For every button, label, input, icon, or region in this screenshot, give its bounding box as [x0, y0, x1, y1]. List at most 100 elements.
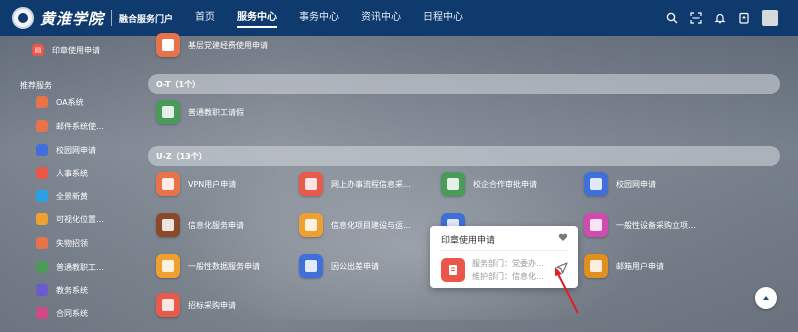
sidebar-item-lost-found[interactable]: 失物招领 — [36, 237, 88, 249]
app-label: 网上办事流程信息采... — [331, 179, 411, 189]
mailbox-request-icon — [584, 254, 608, 278]
app-label: 普通教职工请假 — [188, 107, 244, 117]
popup-title: 印章使用申请 — [441, 236, 496, 246]
data-service-request-icon — [156, 254, 180, 278]
nav-news-center[interactable]: 资讯中心 — [361, 8, 401, 28]
nav-home[interactable]: 首页 — [195, 8, 215, 28]
app-business-trip[interactable]: 因公出差申请 — [299, 254, 379, 278]
sidebar-item-panorama[interactable]: 全景新黄 — [36, 190, 88, 202]
vpn-request-icon — [156, 172, 180, 196]
app-mailbox-request[interactable]: 邮箱用户申请 — [584, 254, 664, 278]
lost-found-icon — [36, 237, 48, 249]
oa-system-icon — [36, 96, 48, 108]
it-service-request-icon — [156, 213, 180, 237]
app-label: 基层党建经费使用申请 — [188, 40, 268, 50]
top-navbar: 黄淮学院 融合服务门户 首页 服务中心 事务中心 资讯中心 日程中心 — [0, 0, 798, 36]
sidebar-item-label: 失物招领 — [56, 238, 88, 248]
contract-system-icon — [36, 307, 48, 319]
app-label: 一般性设备采购立项... — [616, 220, 696, 230]
app-school-enterprise-approval[interactable]: 校企合作审批申请 — [441, 172, 537, 196]
app-staff-leave[interactable]: 普通教职工请假 — [156, 100, 244, 124]
user-avatar[interactable] — [762, 10, 778, 26]
app-label: 一般性数据服务申请 — [188, 261, 260, 271]
panorama-icon — [36, 190, 48, 202]
workflow-info-collect-icon — [299, 172, 323, 196]
sidebar-item-label: 普通教职工... — [56, 262, 104, 272]
search-icon[interactable] — [666, 12, 678, 24]
annotation-arrow — [555, 267, 579, 314]
app-tender-purchase[interactable]: 招标采购申请 — [156, 293, 236, 317]
it-project-build-icon — [299, 213, 323, 237]
sidebar-item-label: 全景新黄 — [56, 191, 88, 201]
sidebar-item-label: OA系统 — [56, 97, 84, 107]
arrow-up-icon — [763, 296, 769, 300]
app-label: 校园网申请 — [616, 179, 656, 189]
main-nav: 首页 服务中心 事务中心 资讯中心 日程中心 — [195, 8, 485, 28]
sidebar-item-hr-system[interactable]: 人事系统 — [36, 167, 88, 179]
school-seal-icon — [12, 7, 34, 29]
brand-name: 黄淮学院 — [40, 9, 105, 28]
business-trip-icon — [299, 254, 323, 278]
page-background — [0, 0, 798, 332]
popup-divider — [440, 250, 568, 251]
sidebar-item-academic-system[interactable]: 教务系统 — [36, 284, 88, 296]
school-enterprise-approval-icon — [441, 172, 465, 196]
nav-service-center[interactable]: 服务中心 — [237, 8, 278, 28]
app-it-service-request[interactable]: 信息化服务申请 — [156, 213, 244, 237]
scan-icon[interactable] — [690, 12, 702, 24]
app-vpn-request[interactable]: VPN用户申请 — [156, 172, 236, 196]
logo[interactable]: 黄淮学院 融合服务门户 — [12, 7, 173, 29]
portal-name: 融合服务门户 — [119, 14, 174, 25]
visual-location-icon — [36, 213, 48, 225]
group-header-o-t: O-T（1个） — [148, 74, 780, 94]
sidebar-item-mail-system[interactable]: 邮件系统使... — [36, 120, 104, 132]
app-it-project-build[interactable]: 信息化项目建设与运... — [299, 213, 411, 237]
sidebar-item-oa-system[interactable]: OA系统 — [36, 96, 84, 108]
sidebar-item-label: 教务系统 — [56, 285, 88, 295]
brand-divider — [111, 10, 113, 26]
app-label: 邮箱用户申请 — [616, 261, 664, 271]
sidebar-item-label: 可视化位置... — [56, 214, 104, 224]
app-label: 招标采购申请 — [188, 300, 236, 310]
sidebar-item-seal-application[interactable]: ▤ 印章使用申请 — [32, 44, 100, 56]
app-label: 校企合作审批申请 — [473, 179, 537, 189]
app-campus-network[interactable]: 校园网申请 — [584, 172, 656, 196]
maintenance-department: 维护部门：信息化... — [472, 272, 544, 281]
sidebar-item-label: 校园网申请 — [56, 145, 96, 155]
app-workflow-info-collect[interactable]: 网上办事流程信息采... — [299, 172, 411, 196]
nav-schedule-center[interactable]: 日程中心 — [423, 8, 463, 28]
app-label: 因公出差申请 — [331, 261, 379, 271]
mail-system-icon — [36, 120, 48, 132]
header-actions — [654, 10, 778, 26]
favorite-heart-icon[interactable] — [558, 232, 568, 242]
campus-network-icon — [584, 172, 608, 196]
popup-info: 服务部门：党委办... 维护部门：信息化... — [472, 257, 544, 283]
sidebar-item-campus-network[interactable]: 校园网申请 — [36, 144, 96, 156]
campus-network-icon — [36, 144, 48, 156]
clipboard-icon[interactable] — [738, 12, 750, 24]
app-label: VPN用户申请 — [188, 179, 237, 189]
service-department: 服务部门：党委办... — [472, 259, 544, 268]
sidebar-item-staff-leave[interactable]: 普通教职工... — [36, 261, 104, 273]
sidebar-item-label: 印章使用申请 — [52, 45, 100, 55]
sidebar-item-label: 合同系统 — [56, 308, 88, 318]
seal-app-icon — [441, 258, 465, 282]
staff-leave-icon — [36, 261, 48, 273]
group-header-u-z: U-Z（13个） — [148, 146, 780, 166]
app-equipment-purchase[interactable]: 一般性设备采购立项... — [584, 213, 696, 237]
app-label: 信息化服务申请 — [188, 220, 244, 230]
app-label: 信息化项目建设与运... — [331, 220, 411, 230]
bell-icon[interactable] — [714, 12, 726, 24]
back-to-top-button[interactable] — [755, 287, 777, 309]
staff-leave-icon — [156, 100, 180, 124]
sidebar-item-label: 人事系统 — [56, 168, 88, 178]
nav-affairs-center[interactable]: 事务中心 — [299, 8, 339, 28]
app-data-service-request[interactable]: 一般性数据服务申请 — [156, 254, 260, 278]
tender-purchase-icon — [156, 293, 180, 317]
sidebar-item-visual-location[interactable]: 可视化位置... — [36, 213, 104, 225]
sidebar-item-label: 邮件系统使... — [56, 121, 104, 131]
app-party-fund-application[interactable]: 基层党建经费使用申请 — [156, 33, 268, 57]
hr-system-icon — [36, 167, 48, 179]
recommended-services-heading: 推荐服务 — [20, 81, 52, 90]
sidebar-item-contract-system[interactable]: 合同系统 — [36, 307, 88, 319]
